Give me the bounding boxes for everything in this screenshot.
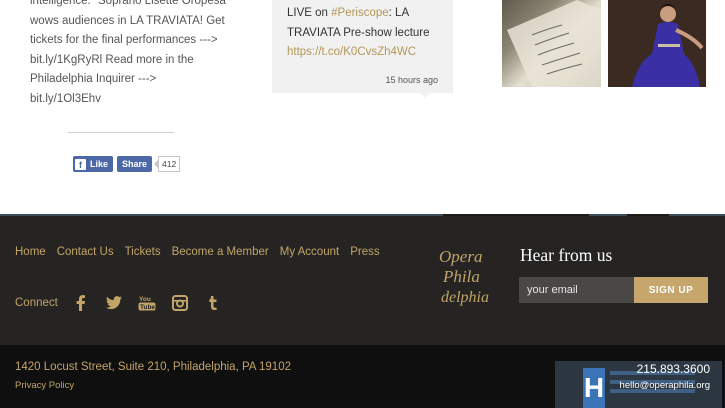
footer-bottom-bar: 1420 Locust Street, Suite 210, Philadelp… xyxy=(0,345,725,408)
facebook-like-label: Like xyxy=(90,159,109,169)
facebook-share-button[interactable]: Share xyxy=(117,156,153,172)
footer-link-contact-us[interactable]: Contact Us xyxy=(57,246,114,258)
letter-photo-icon xyxy=(507,0,601,87)
site-footer: Home Contact Us Tickets Become a Member … xyxy=(0,214,725,345)
feed-line: Philadelphia Inquirer ---> xyxy=(30,73,157,85)
connect-label: Connect xyxy=(15,297,58,309)
facebook-share-bar: f Like Share 412 xyxy=(73,156,181,172)
footer-link-home[interactable]: Home xyxy=(15,246,46,258)
opera-philadelphia-logo[interactable]: Opera Phila delphia xyxy=(437,244,505,308)
contact-email-link[interactable]: hello@operaphila.org xyxy=(620,380,710,391)
instagram-icon[interactable] xyxy=(171,294,189,312)
feed-link[interactable]: bit.ly/1Ol3Ehv xyxy=(30,90,215,110)
tweet-timestamp: 15 hours ago xyxy=(385,75,438,85)
tweet-hashtag-link[interactable]: #Periscope xyxy=(331,7,389,19)
feed-link[interactable]: bit.ly/1KgRyRl Read more in the xyxy=(30,51,215,71)
share-count-badge: 412 xyxy=(153,156,181,172)
feed-divider xyxy=(68,132,174,133)
privacy-policy-link[interactable]: Privacy Policy xyxy=(15,380,74,391)
twitter-icon[interactable] xyxy=(105,294,123,312)
footer-link-my-account[interactable]: My Account xyxy=(280,246,339,258)
tumblr-icon[interactable] xyxy=(204,294,222,312)
tweet-text: LIVE on xyxy=(287,7,332,19)
svg-text:delphia: delphia xyxy=(441,289,489,306)
tweet-text: : LA xyxy=(388,7,410,19)
footer-top-border xyxy=(0,214,725,216)
svg-text:You: You xyxy=(139,296,151,303)
tweet-url-link[interactable]: https://t.co/K0CvsZh4WC xyxy=(287,43,438,63)
tweet-card: LIVE on #Periscope: LA TRAVIATA Pre-show… xyxy=(272,0,453,98)
phone-number[interactable]: 215.893.3600 xyxy=(637,362,710,376)
singer-photo-icon xyxy=(608,0,706,87)
address-text: 1420 Locust Street, Suite 210, Philadelp… xyxy=(15,361,291,373)
singer-photo[interactable] xyxy=(608,0,706,87)
footer-link-become-a-member[interactable]: Become a Member xyxy=(172,246,269,258)
footer-nav: Home Contact Us Tickets Become a Member … xyxy=(15,246,380,258)
svg-text:Phila: Phila xyxy=(442,267,480,286)
newsletter-heading: Hear from us xyxy=(520,245,613,265)
feed-line: tickets for the final performances ---> xyxy=(30,34,218,46)
feed-post-text: intelligence." Soprano Lisette Oropesa w… xyxy=(30,0,226,110)
newsletter-email-input[interactable] xyxy=(519,277,634,303)
facebook-like-button[interactable]: f Like xyxy=(73,156,114,172)
sign-up-button[interactable]: SIGN UP xyxy=(634,277,708,303)
facebook-icon[interactable] xyxy=(72,294,90,312)
footer-link-press[interactable]: Press xyxy=(350,246,379,258)
facebook-icon: f xyxy=(75,158,86,170)
logo-icon: Opera Phila delphia xyxy=(439,247,489,306)
tweet-line-2: TRAVIATA Pre-show lecture xyxy=(287,26,430,39)
youtube-icon[interactable]: You Tube xyxy=(138,294,156,312)
tweet-line-1: LIVE on #Periscope: LA xyxy=(287,4,438,24)
feed-line: intelligence." Soprano Lisette Oropesa xyxy=(30,0,226,7)
svg-text:Opera: Opera xyxy=(439,247,482,266)
letter-photo[interactable] xyxy=(502,0,601,87)
connect-row: Connect You Tube xyxy=(15,294,237,312)
feed-line: wows audiences in LA TRAVIATA! Get xyxy=(30,14,225,27)
footer-link-tickets[interactable]: Tickets xyxy=(125,246,161,258)
svg-text:Tube: Tube xyxy=(140,304,155,311)
